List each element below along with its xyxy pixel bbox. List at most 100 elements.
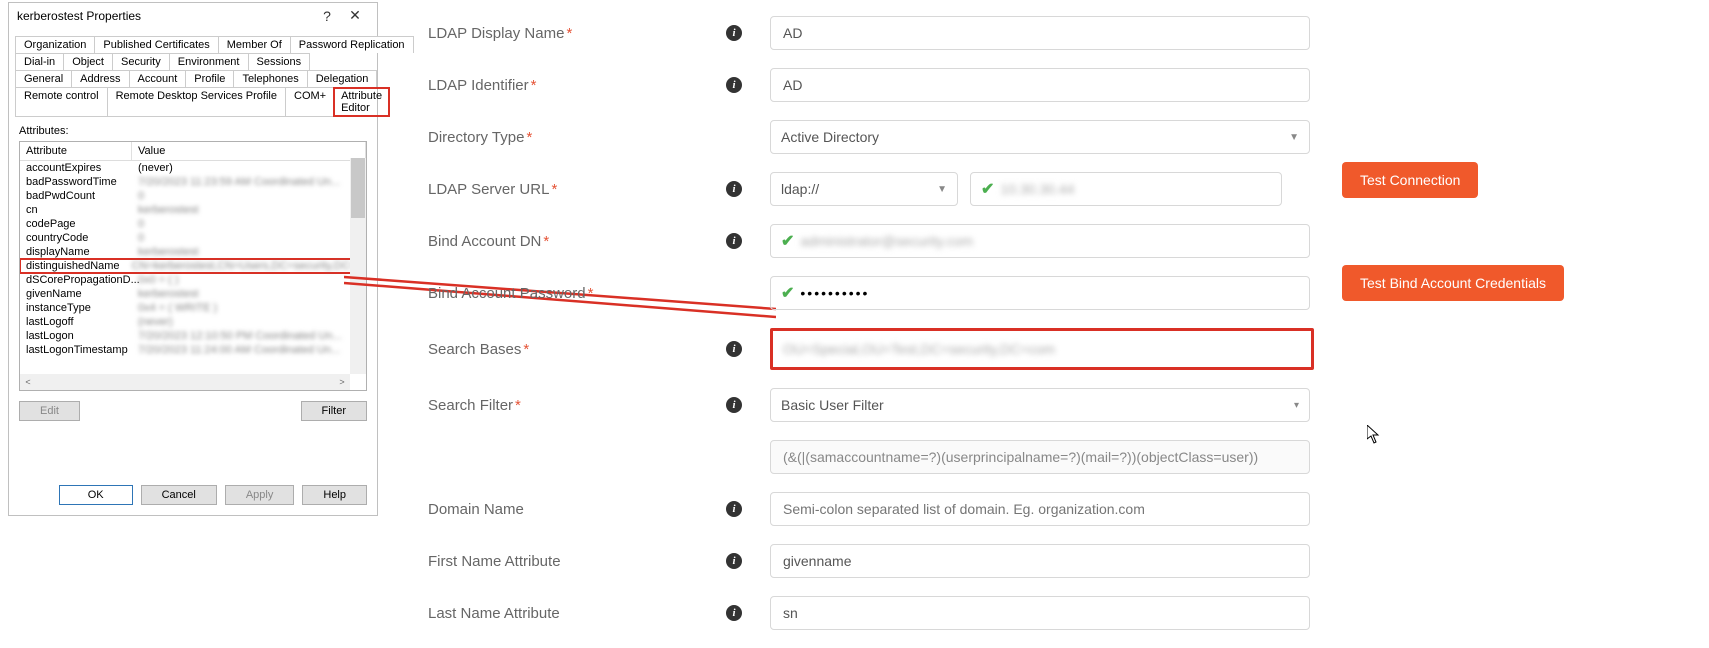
apply-button[interactable]: Apply <box>225 485 295 505</box>
first-name-attr-label: First Name Attribute <box>428 553 726 570</box>
attribute-name: distinguishedName <box>20 260 126 272</box>
attributes-listbox[interactable]: Attribute Value accountExpires(never)bad… <box>19 141 367 391</box>
attribute-row[interactable]: accountExpires(never) <box>20 161 366 175</box>
ldap-host-input[interactable]: ✔ 10.30.30.44 <box>970 172 1282 206</box>
first-name-attr-input[interactable] <box>770 544 1310 578</box>
last-name-attr-input[interactable] <box>770 596 1310 630</box>
attribute-row[interactable]: countryCode0 <box>20 231 366 245</box>
directory-type-select[interactable]: Active Directory▼ <box>770 120 1310 154</box>
close-icon[interactable]: ✕ <box>341 7 369 24</box>
ldap-config-form: LDAP Display Name* i LDAP Identifier* i … <box>428 16 1588 648</box>
attribute-name: dSCorePropagationD... <box>20 274 132 286</box>
tab-address[interactable]: Address <box>71 70 129 87</box>
ldap-scheme-select[interactable]: ldap://▼ <box>770 172 958 206</box>
attribute-row[interactable]: dSCorePropagationD...0x0 = ( ) <box>20 273 366 287</box>
list-header: Attribute Value <box>20 142 366 161</box>
attribute-row[interactable]: lastLogonTimestamp7/20/2023 11:24:00 AM … <box>20 343 366 357</box>
info-icon[interactable]: i <box>726 25 742 41</box>
tab-object[interactable]: Object <box>63 53 113 70</box>
tab-password-replication[interactable]: Password Replication <box>290 36 414 53</box>
scrollbar-thumb[interactable] <box>351 158 365 218</box>
tab-strip: Organization Published Certificates Memb… <box>15 36 371 117</box>
tab-remote-control[interactable]: Remote control <box>15 87 108 117</box>
horizontal-scrollbar[interactable]: < > <box>20 374 350 390</box>
domain-name-input[interactable] <box>770 492 1310 526</box>
tab-attribute-editor[interactable]: Attribute Editor <box>333 87 390 117</box>
test-connection-button[interactable]: Test Connection <box>1342 162 1478 198</box>
tab-general[interactable]: General <box>15 70 72 87</box>
chevron-down-icon: ▼ <box>937 184 947 195</box>
scroll-left-icon[interactable]: < <box>20 377 36 387</box>
ldap-display-name-input[interactable] <box>770 16 1310 50</box>
vertical-scrollbar[interactable] <box>350 158 366 374</box>
info-icon[interactable]: i <box>726 341 742 357</box>
attribute-row[interactable]: badPwdCount0 <box>20 189 366 203</box>
info-icon[interactable]: i <box>726 77 742 93</box>
attribute-value: kerberostest <box>132 288 366 300</box>
check-icon: ✔ <box>781 283 794 303</box>
cancel-button[interactable]: Cancel <box>141 485 217 505</box>
info-icon[interactable]: i <box>726 605 742 621</box>
attribute-name: instanceType <box>20 302 132 314</box>
attribute-row[interactable]: lastLogon7/20/2023 12:10:50 PM Coordinat… <box>20 329 366 343</box>
tab-remote-desktop-services-profile[interactable]: Remote Desktop Services Profile <box>107 87 286 117</box>
attribute-value: 7/20/2023 11:24:00 AM Coordinated Un... <box>132 344 366 356</box>
info-icon[interactable]: i <box>726 501 742 517</box>
attribute-row[interactable]: cnkerberostest <box>20 203 366 217</box>
bind-pw-input[interactable]: ✔ •••••••••• <box>770 276 1310 310</box>
column-attribute[interactable]: Attribute <box>20 142 132 160</box>
tab-profile[interactable]: Profile <box>185 70 234 87</box>
attributes-label: Attributes: <box>19 125 367 137</box>
tab-sessions[interactable]: Sessions <box>248 53 311 70</box>
tab-security[interactable]: Security <box>112 53 170 70</box>
attribute-row[interactable]: distinguishedNameCN=kerberostest,CN=User… <box>20 259 366 273</box>
scroll-right-icon[interactable]: > <box>334 377 350 387</box>
help-button[interactable]: Help <box>302 485 367 505</box>
chevron-down-icon: ▼ <box>1289 132 1299 143</box>
attribute-row[interactable]: instanceType0x4 = ( WRITE ) <box>20 301 366 315</box>
attribute-row[interactable]: badPasswordTime7/20/2023 11:23:59 AM Coo… <box>20 175 366 189</box>
tab-published-certificates[interactable]: Published Certificates <box>94 36 218 53</box>
search-bases-input[interactable]: OU=Special,OU=Test,DC=security,DC=com <box>770 328 1314 370</box>
attribute-value: kerberostest <box>132 204 366 216</box>
tab-account[interactable]: Account <box>129 70 187 87</box>
filter-button[interactable]: Filter <box>301 401 367 421</box>
tab-dial-in[interactable]: Dial-in <box>15 53 64 70</box>
tab-member-of[interactable]: Member Of <box>218 36 291 53</box>
attribute-row[interactable]: codePage0 <box>20 217 366 231</box>
check-icon: ✔ <box>781 231 794 251</box>
search-filter-select[interactable]: Basic User Filter▾ <box>770 388 1310 422</box>
column-value[interactable]: Value <box>132 142 366 160</box>
tab-telephones[interactable]: Telephones <box>233 70 307 87</box>
dialog-buttons: OK Cancel Apply Help <box>59 485 367 505</box>
help-icon[interactable]: ? <box>313 8 341 24</box>
attribute-row[interactable]: givenNamekerberostest <box>20 287 366 301</box>
edit-button[interactable]: Edit <box>19 401 80 421</box>
ok-button[interactable]: OK <box>59 485 133 505</box>
search-filter-label: Search Filter* <box>428 397 726 414</box>
attribute-name: lastLogoff <box>20 316 132 328</box>
properties-dialog: kerberostest Properties ? ✕ Organization… <box>8 2 378 516</box>
attribute-name: accountExpires <box>20 162 132 174</box>
attribute-name: badPasswordTime <box>20 176 132 188</box>
attribute-name: codePage <box>20 218 132 230</box>
titlebar: kerberostest Properties ? ✕ <box>9 3 377 28</box>
ldap-server-url-label: LDAP Server URL* <box>428 181 726 198</box>
tab-organization[interactable]: Organization <box>15 36 95 53</box>
info-icon[interactable]: i <box>726 233 742 249</box>
bind-dn-input[interactable]: ✔ administrator@security.com <box>770 224 1310 258</box>
attribute-row[interactable]: displayNamekerberostest <box>20 245 366 259</box>
bind-dn-label: Bind Account DN* <box>428 233 726 250</box>
info-icon[interactable]: i <box>726 397 742 413</box>
tab-delegation[interactable]: Delegation <box>307 70 378 87</box>
tab-environment[interactable]: Environment <box>169 53 249 70</box>
test-bind-button[interactable]: Test Bind Account Credentials <box>1342 265 1564 301</box>
tab-com-plus[interactable]: COM+ <box>285 87 335 117</box>
info-icon[interactable]: i <box>726 553 742 569</box>
ldap-identifier-input[interactable] <box>770 68 1310 102</box>
attribute-name: givenName <box>20 288 132 300</box>
attribute-row[interactable]: lastLogoff(never) <box>20 315 366 329</box>
search-filter-expr-input[interactable] <box>770 440 1310 474</box>
info-icon[interactable]: i <box>726 181 742 197</box>
last-name-attr-label: Last Name Attribute <box>428 605 726 622</box>
